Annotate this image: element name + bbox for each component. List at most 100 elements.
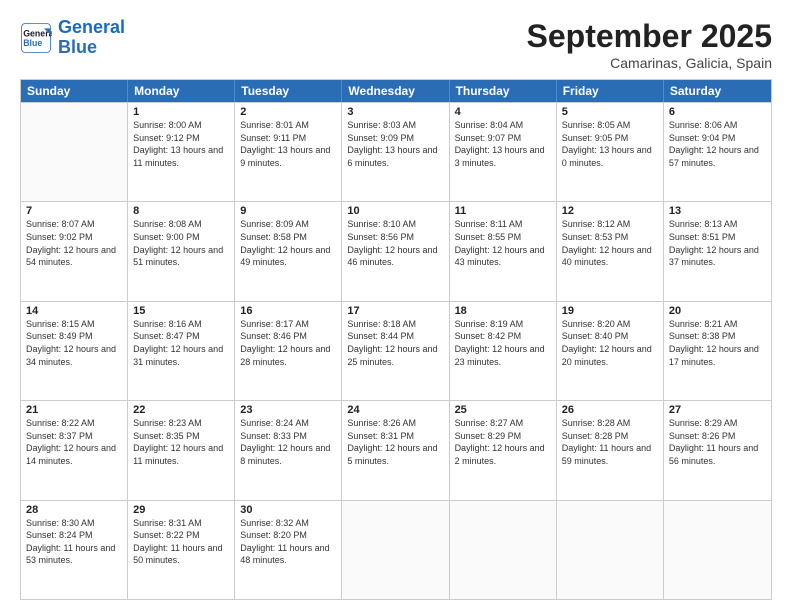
calendar-cell: 4Sunrise: 8:04 AMSunset: 9:07 PMDaylight… (450, 103, 557, 201)
cell-day-number: 4 (455, 106, 551, 118)
calendar-row: 21Sunrise: 8:22 AMSunset: 8:37 PMDayligh… (21, 400, 771, 499)
cell-info: Sunrise: 8:30 AMSunset: 8:24 PMDaylight:… (26, 517, 122, 567)
calendar-header: SundayMondayTuesdayWednesdayThursdayFrid… (21, 80, 771, 102)
cell-day-number: 21 (26, 404, 122, 416)
cell-info: Sunrise: 8:28 AMSunset: 8:28 PMDaylight:… (562, 417, 658, 467)
calendar-cell (342, 501, 449, 599)
cell-day-number: 7 (26, 205, 122, 217)
calendar-cell: 21Sunrise: 8:22 AMSunset: 8:37 PMDayligh… (21, 401, 128, 499)
cell-info: Sunrise: 8:19 AMSunset: 8:42 PMDaylight:… (455, 318, 551, 368)
cell-info: Sunrise: 8:11 AMSunset: 8:55 PMDaylight:… (455, 218, 551, 268)
calendar-cell: 28Sunrise: 8:30 AMSunset: 8:24 PMDayligh… (21, 501, 128, 599)
cell-day-number: 3 (347, 106, 443, 118)
calendar-cell: 20Sunrise: 8:21 AMSunset: 8:38 PMDayligh… (664, 302, 771, 400)
cell-info: Sunrise: 8:20 AMSunset: 8:40 PMDaylight:… (562, 318, 658, 368)
location: Camarinas, Galicia, Spain (527, 55, 772, 71)
calendar-cell: 30Sunrise: 8:32 AMSunset: 8:20 PMDayligh… (235, 501, 342, 599)
cell-day-number: 9 (240, 205, 336, 217)
calendar-row: 28Sunrise: 8:30 AMSunset: 8:24 PMDayligh… (21, 500, 771, 599)
cell-info: Sunrise: 8:08 AMSunset: 9:00 PMDaylight:… (133, 218, 229, 268)
calendar-cell (557, 501, 664, 599)
cell-day-number: 26 (562, 404, 658, 416)
weekday-header: Saturday (664, 80, 771, 102)
cell-info: Sunrise: 8:31 AMSunset: 8:22 PMDaylight:… (133, 517, 229, 567)
cell-info: Sunrise: 8:29 AMSunset: 8:26 PMDaylight:… (669, 417, 766, 467)
calendar-cell: 19Sunrise: 8:20 AMSunset: 8:40 PMDayligh… (557, 302, 664, 400)
calendar-cell: 25Sunrise: 8:27 AMSunset: 8:29 PMDayligh… (450, 401, 557, 499)
cell-info: Sunrise: 8:26 AMSunset: 8:31 PMDaylight:… (347, 417, 443, 467)
weekday-header: Tuesday (235, 80, 342, 102)
cell-info: Sunrise: 8:03 AMSunset: 9:09 PMDaylight:… (347, 119, 443, 169)
svg-text:Blue: Blue (23, 38, 42, 48)
calendar-cell (664, 501, 771, 599)
cell-day-number: 6 (669, 106, 766, 118)
calendar-cell: 14Sunrise: 8:15 AMSunset: 8:49 PMDayligh… (21, 302, 128, 400)
weekday-header: Monday (128, 80, 235, 102)
cell-day-number: 25 (455, 404, 551, 416)
cell-info: Sunrise: 8:04 AMSunset: 9:07 PMDaylight:… (455, 119, 551, 169)
cell-info: Sunrise: 8:15 AMSunset: 8:49 PMDaylight:… (26, 318, 122, 368)
cell-day-number: 15 (133, 305, 229, 317)
title-block: September 2025 Camarinas, Galicia, Spain (527, 18, 772, 71)
calendar-cell: 2Sunrise: 8:01 AMSunset: 9:11 PMDaylight… (235, 103, 342, 201)
cell-info: Sunrise: 8:00 AMSunset: 9:12 PMDaylight:… (133, 119, 229, 169)
cell-info: Sunrise: 8:17 AMSunset: 8:46 PMDaylight:… (240, 318, 336, 368)
cell-day-number: 8 (133, 205, 229, 217)
logo-icon: General Blue (20, 22, 52, 54)
cell-info: Sunrise: 8:05 AMSunset: 9:05 PMDaylight:… (562, 119, 658, 169)
cell-day-number: 19 (562, 305, 658, 317)
cell-info: Sunrise: 8:09 AMSunset: 8:58 PMDaylight:… (240, 218, 336, 268)
cell-day-number: 5 (562, 106, 658, 118)
calendar: SundayMondayTuesdayWednesdayThursdayFrid… (20, 79, 772, 600)
cell-day-number: 14 (26, 305, 122, 317)
cell-info: Sunrise: 8:10 AMSunset: 8:56 PMDaylight:… (347, 218, 443, 268)
calendar-cell: 1Sunrise: 8:00 AMSunset: 9:12 PMDaylight… (128, 103, 235, 201)
cell-day-number: 23 (240, 404, 336, 416)
cell-day-number: 16 (240, 305, 336, 317)
cell-day-number: 2 (240, 106, 336, 118)
calendar-cell: 5Sunrise: 8:05 AMSunset: 9:05 PMDaylight… (557, 103, 664, 201)
calendar-cell: 12Sunrise: 8:12 AMSunset: 8:53 PMDayligh… (557, 202, 664, 300)
cell-info: Sunrise: 8:18 AMSunset: 8:44 PMDaylight:… (347, 318, 443, 368)
calendar-cell: 3Sunrise: 8:03 AMSunset: 9:09 PMDaylight… (342, 103, 449, 201)
page: General Blue General Blue September 2025… (0, 0, 792, 612)
calendar-cell: 8Sunrise: 8:08 AMSunset: 9:00 PMDaylight… (128, 202, 235, 300)
calendar-cell: 23Sunrise: 8:24 AMSunset: 8:33 PMDayligh… (235, 401, 342, 499)
weekday-header: Friday (557, 80, 664, 102)
weekday-header: Thursday (450, 80, 557, 102)
cell-day-number: 29 (133, 504, 229, 516)
cell-day-number: 18 (455, 305, 551, 317)
cell-info: Sunrise: 8:13 AMSunset: 8:51 PMDaylight:… (669, 218, 766, 268)
calendar-cell: 15Sunrise: 8:16 AMSunset: 8:47 PMDayligh… (128, 302, 235, 400)
cell-day-number: 17 (347, 305, 443, 317)
calendar-cell: 18Sunrise: 8:19 AMSunset: 8:42 PMDayligh… (450, 302, 557, 400)
calendar-cell: 7Sunrise: 8:07 AMSunset: 9:02 PMDaylight… (21, 202, 128, 300)
month-title: September 2025 (527, 18, 772, 55)
weekday-header: Wednesday (342, 80, 449, 102)
calendar-row: 14Sunrise: 8:15 AMSunset: 8:49 PMDayligh… (21, 301, 771, 400)
calendar-body: 1Sunrise: 8:00 AMSunset: 9:12 PMDaylight… (21, 102, 771, 599)
calendar-cell: 9Sunrise: 8:09 AMSunset: 8:58 PMDaylight… (235, 202, 342, 300)
calendar-row: 1Sunrise: 8:00 AMSunset: 9:12 PMDaylight… (21, 102, 771, 201)
cell-day-number: 24 (347, 404, 443, 416)
cell-info: Sunrise: 8:06 AMSunset: 9:04 PMDaylight:… (669, 119, 766, 169)
calendar-cell: 22Sunrise: 8:23 AMSunset: 8:35 PMDayligh… (128, 401, 235, 499)
cell-day-number: 30 (240, 504, 336, 516)
cell-info: Sunrise: 8:01 AMSunset: 9:11 PMDaylight:… (240, 119, 336, 169)
cell-day-number: 22 (133, 404, 229, 416)
calendar-cell (21, 103, 128, 201)
weekday-header: Sunday (21, 80, 128, 102)
cell-day-number: 20 (669, 305, 766, 317)
cell-day-number: 27 (669, 404, 766, 416)
calendar-cell: 16Sunrise: 8:17 AMSunset: 8:46 PMDayligh… (235, 302, 342, 400)
calendar-row: 7Sunrise: 8:07 AMSunset: 9:02 PMDaylight… (21, 201, 771, 300)
cell-day-number: 12 (562, 205, 658, 217)
logo-text: General Blue (58, 18, 125, 58)
calendar-cell: 24Sunrise: 8:26 AMSunset: 8:31 PMDayligh… (342, 401, 449, 499)
calendar-cell: 6Sunrise: 8:06 AMSunset: 9:04 PMDaylight… (664, 103, 771, 201)
cell-day-number: 11 (455, 205, 551, 217)
header: General Blue General Blue September 2025… (20, 18, 772, 71)
calendar-cell: 13Sunrise: 8:13 AMSunset: 8:51 PMDayligh… (664, 202, 771, 300)
cell-info: Sunrise: 8:16 AMSunset: 8:47 PMDaylight:… (133, 318, 229, 368)
cell-info: Sunrise: 8:27 AMSunset: 8:29 PMDaylight:… (455, 417, 551, 467)
